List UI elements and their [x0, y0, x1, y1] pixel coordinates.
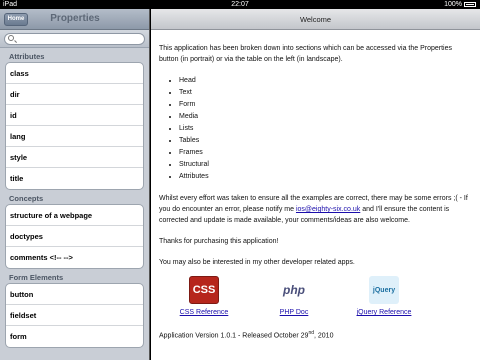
- list-item: Lists: [179, 123, 472, 135]
- detail-pane: Welcome This application has been broken…: [151, 9, 480, 360]
- list-item: Tables: [179, 135, 472, 147]
- clock: 22:07: [231, 1, 249, 8]
- list-item[interactable]: structure of a webpage: [6, 205, 143, 226]
- jquery-reference-link[interactable]: jQuery Reference: [339, 307, 429, 318]
- interest-text: You may also be interested in my other d…: [159, 259, 355, 266]
- css-icon[interactable]: CSS: [189, 276, 219, 304]
- css-reference-link[interactable]: CSS Reference: [159, 307, 249, 318]
- search-input[interactable]: [4, 33, 145, 45]
- list-item[interactable]: dir: [6, 84, 143, 105]
- sections-list: Head Text Form Media Lists Tables Frames…: [179, 75, 472, 183]
- list-item[interactable]: id: [6, 105, 143, 126]
- detail-title: Welcome: [151, 9, 480, 30]
- list-item: Media: [179, 111, 472, 123]
- list-item: Head: [179, 75, 472, 87]
- php-doc-link[interactable]: PHP Doc: [249, 307, 339, 318]
- list-item[interactable]: style: [6, 147, 143, 168]
- list-item[interactable]: fieldset: [6, 305, 143, 326]
- properties-pane: Home Properties Attributes class dir id …: [0, 9, 150, 360]
- welcome-content: This application has been broken down in…: [151, 30, 480, 341]
- section-header-concepts: Concepts: [9, 194, 44, 203]
- status-bar: iPad 22:07 100%: [0, 0, 480, 9]
- email-link[interactable]: ios@eighty-six.co.uk: [296, 206, 360, 213]
- list-item[interactable]: comments <!-- -->: [6, 247, 143, 268]
- battery-percent: 100%: [444, 1, 462, 8]
- list-item: Text: [179, 87, 472, 99]
- thanks-text: Thanks for purchasing this application!: [159, 238, 279, 245]
- apps-row: CSS CSS Reference php PHP Doc jQuery jQu…: [159, 276, 472, 328]
- search-icon: [8, 35, 14, 41]
- version-text: Application Version 1.0.1 - Released Oct…: [159, 328, 472, 341]
- battery-indicator: 100%: [444, 0, 476, 9]
- left-navbar: Home Properties: [0, 9, 149, 30]
- form-elements-list: button fieldset form: [5, 283, 144, 348]
- list-item[interactable]: button: [6, 284, 143, 305]
- battery-icon: [464, 2, 476, 7]
- search-bar: [0, 30, 149, 48]
- list-item[interactable]: class: [6, 63, 143, 84]
- intro-text: This application has been broken down in…: [159, 45, 453, 63]
- list-item[interactable]: lang: [6, 126, 143, 147]
- list-item[interactable]: form: [6, 326, 143, 347]
- section-header-attributes: Attributes: [9, 52, 45, 61]
- version-text-start: Application Version 1.0.1 - Released Oct…: [159, 332, 309, 340]
- version-text-end: , 2010: [314, 332, 334, 340]
- jquery-icon[interactable]: jQuery: [369, 276, 399, 304]
- concepts-list: structure of a webpage doctypes comments…: [5, 204, 144, 269]
- css-reference-app[interactable]: CSS CSS Reference: [159, 276, 249, 328]
- left-title: Properties: [50, 13, 100, 24]
- errors-text: Whilst every effort was taken to ensure …: [159, 193, 472, 226]
- php-doc-app[interactable]: php PHP Doc: [249, 276, 339, 328]
- list-item[interactable]: title: [6, 168, 143, 189]
- list-item: Form: [179, 99, 472, 111]
- php-icon[interactable]: php: [279, 276, 309, 304]
- section-header-form-elements: Form Elements: [9, 273, 64, 282]
- list-item[interactable]: doctypes: [6, 226, 143, 247]
- attributes-list: class dir id lang style title: [5, 62, 144, 190]
- list-item: Attributes: [179, 171, 472, 183]
- list-item: Frames: [179, 147, 472, 159]
- jquery-reference-app[interactable]: jQuery jQuery Reference: [339, 276, 429, 328]
- list-item: Structural: [179, 159, 472, 171]
